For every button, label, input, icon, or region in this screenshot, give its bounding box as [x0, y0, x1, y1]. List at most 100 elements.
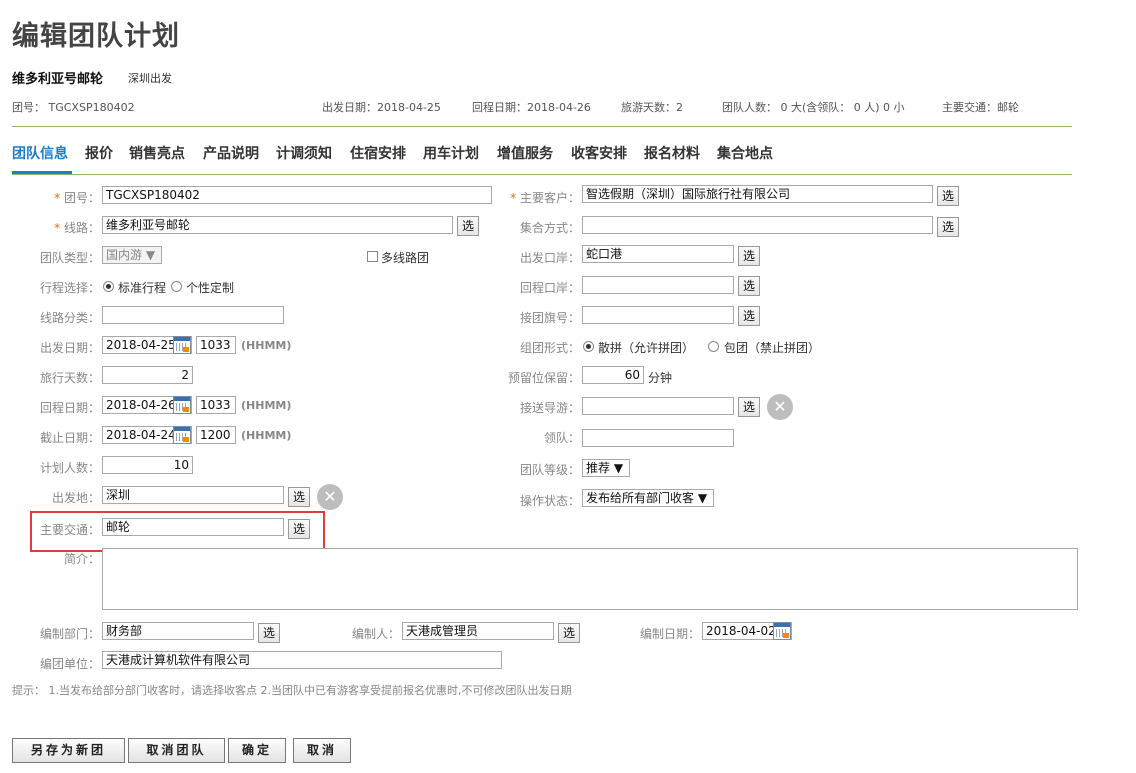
depart-port-label: 出发口岸：: [519, 251, 580, 265]
main-transport-input[interactable]: 邮轮: [102, 518, 284, 536]
depart-place-select-button[interactable]: 选: [288, 487, 310, 507]
main-customer-select-button[interactable]: 选: [937, 186, 959, 206]
org-input[interactable]: 天港成计算机软件有限公司: [102, 651, 502, 669]
group-form-private-radio[interactable]: [708, 341, 719, 352]
dept-input[interactable]: 财务部: [102, 622, 254, 640]
tab-meeting-place[interactable]: 集合地点: [717, 143, 773, 163]
group-form-shared-label: 散拼（允许拼团）: [598, 341, 695, 355]
assembly-label: 集合方式：: [519, 221, 580, 235]
op-status-select[interactable]: 发布给所有部门收客 ▼: [582, 489, 714, 507]
return-date-label: 回程日期：: [39, 401, 100, 415]
save-as-new-button[interactable]: 另存为新团: [12, 738, 125, 763]
meta-travel-days: 旅游天数：2: [621, 101, 683, 114]
cancel-team-button[interactable]: 取消团队: [128, 738, 225, 763]
tab-value-added[interactable]: 增值服务: [497, 143, 553, 163]
grade-select[interactable]: 推荐 ▼: [582, 459, 630, 477]
route-name: 维多利亚号邮轮: [12, 72, 104, 87]
tab-guest-arrangement[interactable]: 收客安排: [571, 143, 627, 163]
team-type-label: 团队类型：: [39, 251, 100, 265]
calendar-icon[interactable]: [173, 426, 191, 444]
reserve-input[interactable]: 60: [582, 366, 644, 384]
flag-no-select-button[interactable]: 选: [738, 306, 760, 326]
tab-operator-notes[interactable]: 计调须知: [276, 143, 332, 163]
editor-label: 编制人：: [351, 627, 400, 641]
flag-no-input[interactable]: [582, 306, 734, 324]
calendar-icon[interactable]: [173, 396, 191, 414]
guide-label: 接送导游：: [519, 401, 580, 415]
main-transport-label: 主要交通：: [39, 523, 100, 537]
editor-input[interactable]: 天港成管理员: [402, 622, 554, 640]
edit-date-label: 编制日期：: [639, 627, 700, 641]
tab-accommodation[interactable]: 住宿安排: [350, 143, 406, 163]
divider: [12, 174, 1072, 175]
tip-text: 提示： 1.当发布给部分部门收客时，请选择收客点 2.当团队中已有游客享受提前报…: [12, 684, 572, 697]
group-form-label: 组团形式：: [519, 341, 580, 355]
clear-icon[interactable]: ✕: [767, 394, 793, 420]
main-transport-select-button[interactable]: 选: [288, 519, 310, 539]
main-customer-input[interactable]: 智选假期（深圳）国际旅行社有限公司: [582, 185, 933, 203]
meta-depart-date: 出发日期：2018-04-25: [322, 101, 441, 114]
return-port-select-button[interactable]: 选: [738, 276, 760, 296]
tab-sales-highlights[interactable]: 销售亮点: [129, 143, 185, 163]
depart-port-select-button[interactable]: 选: [738, 246, 760, 266]
tab-signup-materials[interactable]: 报名材料: [644, 143, 700, 163]
multi-route-checkbox[interactable]: [367, 251, 378, 262]
guide-select-button[interactable]: 选: [738, 397, 760, 417]
group-form-shared-radio[interactable]: [583, 341, 594, 352]
return-port-input[interactable]: [582, 276, 734, 294]
route-category-label: 线路分类：: [39, 311, 100, 325]
planned-people-label: 计划人数：: [39, 461, 100, 475]
route-departure: 深圳出发: [128, 72, 172, 85]
meta-return-date: 回程日期：2018-04-26: [472, 101, 591, 114]
tab-product-desc[interactable]: 产品说明: [203, 143, 259, 163]
depart-place-input[interactable]: 深圳: [102, 486, 284, 504]
main-customer-label: * 主要客户：: [510, 191, 580, 205]
route-category-input[interactable]: [102, 306, 284, 324]
hhmm-hint: (HHMM): [241, 399, 292, 412]
assembly-input[interactable]: [582, 216, 933, 234]
itinerary-custom-radio[interactable]: [171, 281, 182, 292]
clear-icon[interactable]: ✕: [317, 484, 343, 510]
op-status-label: 操作状态：: [519, 494, 580, 508]
confirm-button[interactable]: 确定: [228, 738, 286, 763]
itinerary-label: 行程选择：: [39, 281, 100, 295]
guide-input[interactable]: [582, 397, 734, 415]
travel-days-input[interactable]: 2: [102, 366, 193, 384]
cancel-button[interactable]: 取消: [293, 738, 351, 763]
depart-time-input[interactable]: 1033: [196, 336, 236, 354]
leader-input[interactable]: [582, 429, 734, 447]
calendar-icon[interactable]: [773, 622, 791, 640]
itinerary-standard-radio[interactable]: [103, 281, 114, 292]
deadline-time-input[interactable]: 1200: [196, 426, 236, 444]
team-no-input[interactable]: TGCXSP180402: [102, 186, 492, 204]
meta-team-no: 团号： TGCXSP180402: [12, 101, 135, 114]
route-label: * 线路：: [54, 221, 100, 235]
assembly-select-button[interactable]: 选: [937, 217, 959, 237]
intro-textarea[interactable]: [102, 548, 1078, 610]
calendar-icon[interactable]: [173, 336, 191, 354]
team-type-select[interactable]: 国内游 ▼: [102, 246, 162, 264]
grade-label: 团队等级：: [519, 463, 580, 477]
depart-port-input[interactable]: 蛇口港: [582, 245, 734, 263]
multi-route-label: 多线路团: [381, 251, 430, 265]
intro-label: 简介：: [63, 552, 100, 566]
tab-team-info[interactable]: 团队信息: [12, 143, 68, 163]
depart-place-label: 出发地：: [51, 491, 100, 505]
team-no-label: * 团号：: [54, 191, 100, 205]
org-label: 编团单位：: [39, 657, 100, 671]
flag-no-label: 接团旗号：: [519, 311, 580, 325]
dept-select-button[interactable]: 选: [258, 623, 280, 643]
tab-quote[interactable]: 报价: [85, 143, 113, 163]
editor-select-button[interactable]: 选: [558, 623, 580, 643]
route-select-button[interactable]: 选: [457, 216, 479, 236]
leader-label: 领队：: [543, 431, 580, 445]
hhmm-hint: (HHMM): [241, 429, 292, 442]
route-input[interactable]: 维多利亚号邮轮: [102, 216, 453, 234]
hhmm-hint: (HHMM): [241, 339, 292, 352]
group-form-private-label: 包团（禁止拼团）: [724, 341, 821, 355]
tab-vehicle-plan[interactable]: 用车计划: [423, 143, 479, 163]
depart-date-label: 出发日期：: [39, 341, 100, 355]
planned-people-input[interactable]: 10: [102, 456, 193, 474]
return-time-input[interactable]: 1033: [196, 396, 236, 414]
reserve-label: 预留位保留：: [507, 371, 580, 385]
